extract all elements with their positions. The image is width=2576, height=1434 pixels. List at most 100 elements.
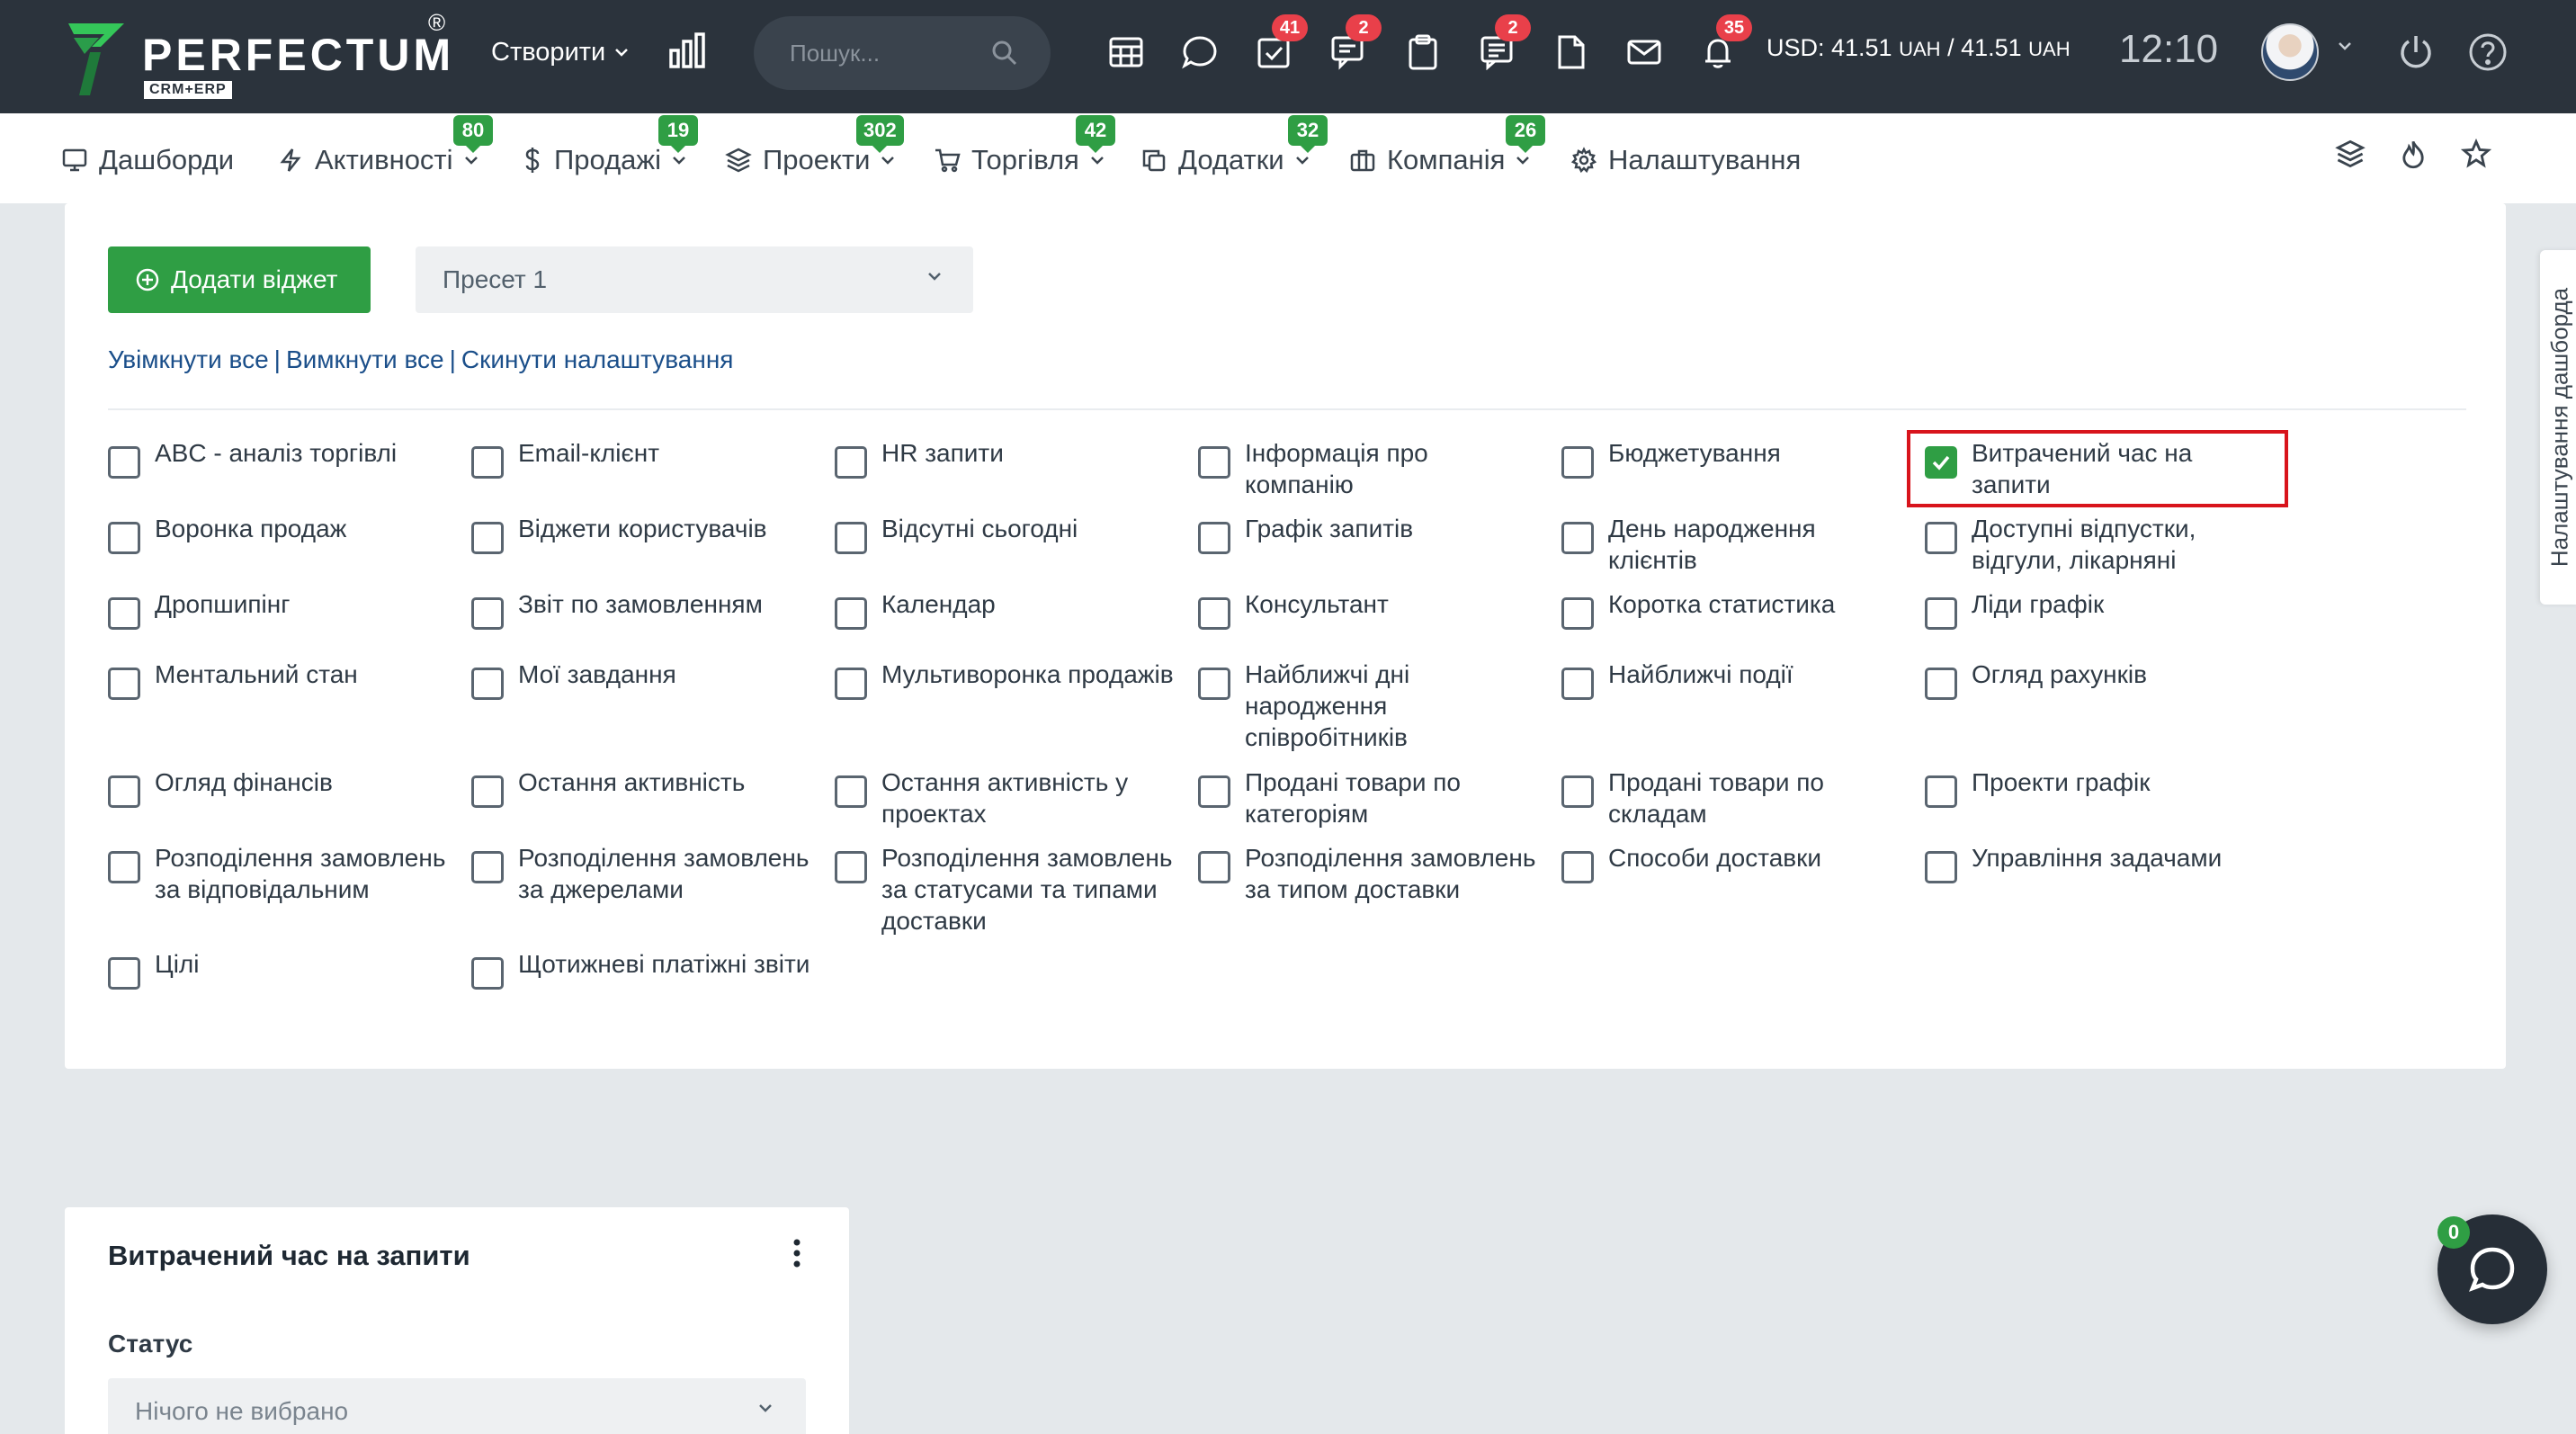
document-icon[interactable] [1549,31,1592,74]
gear-icon [1570,147,1597,174]
company-badge: 26 [1506,115,1545,153]
chevron-down-icon [757,1402,774,1414]
checkbox[interactable] [1925,597,1957,630]
chevron-down-icon [614,47,629,58]
checkbox[interactable] [1198,775,1230,808]
checkbox[interactable] [471,775,504,808]
checkbox[interactable] [471,597,504,630]
checkbox[interactable] [471,668,504,700]
star-icon[interactable] [2460,138,2492,174]
help-icon[interactable] [2468,32,2508,72]
checkbox[interactable] [1198,446,1230,479]
nav-company[interactable]: Компанія 26 [1349,115,1545,178]
search-icon[interactable] [991,40,1018,67]
nav-settings[interactable]: Налаштування [1570,142,1801,178]
checkbox[interactable] [1561,446,1594,479]
currency-rate: USD: 41.51 UAH / 41.51 UAH [1767,34,2071,61]
briefcase-icon [1349,147,1376,174]
calendar-table-icon[interactable] [1105,31,1148,74]
checkbox[interactable] [1561,522,1594,554]
checkbox[interactable] [1925,668,1957,700]
checkbox[interactable] [835,597,867,630]
mail-icon[interactable] [1623,31,1666,74]
checkbox[interactable] [835,522,867,554]
checkbox[interactable] [1561,775,1594,808]
checkbox[interactable] [108,957,140,990]
logo[interactable]: PERFECTUM CRM+ERP ® [65,9,461,99]
add-widget-button[interactable]: Додати віджет [108,246,371,313]
nav-addons[interactable]: Додатки 32 [1140,115,1328,178]
plus-circle-icon [135,267,160,292]
checkbox[interactable] [108,775,140,808]
checkbox[interactable] [1198,851,1230,883]
chevron-down-icon [926,270,943,282]
chat-icon[interactable]: 2 [1326,14,1382,74]
chevron-down-icon [1295,155,1310,166]
checkbox[interactable] [1561,668,1594,700]
preset-value: Пресет 1 [443,265,548,293]
chevron-down-icon [1090,155,1105,166]
checkbox[interactable] [108,851,140,883]
logo-mark-icon [65,18,128,99]
top-bar: PERFECTUM CRM+ERP ® Створити 41 2 2 [0,0,2576,113]
widget-checkbox-label: HR запити [881,439,1004,467]
preset-select[interactable]: Пресет 1 [416,246,973,313]
status-placeholder: Нічого не вибрано [135,1397,349,1425]
checkbox[interactable] [1198,668,1230,700]
layers-icon [725,147,752,174]
checkbox[interactable] [835,775,867,808]
widget-card: Витрачений час на запити Статус Нічого н… [65,1207,849,1434]
checkbox[interactable] [108,597,140,630]
projects-badge: 302 [856,115,904,153]
search-input[interactable] [790,32,988,74]
widget-checkbox-label: Остання активність [518,768,746,796]
checkbox[interactable] [1198,597,1230,630]
power-icon[interactable] [2396,32,2436,72]
layers-icon[interactable] [2335,139,2366,174]
status-select[interactable]: Нічого не вибрано [108,1378,806,1434]
checkbox[interactable] [835,446,867,479]
widget-checkbox-label: Мої завдання [518,660,676,688]
checkbox[interactable] [1198,522,1230,554]
search-box[interactable] [754,16,1051,90]
reset-settings-link[interactable]: Скинути налаштування [461,345,734,373]
checkbox[interactable] [108,522,140,554]
enable-all-link[interactable]: Увімкнути все [108,345,269,373]
nav-trade[interactable]: Торгівля 42 [934,115,1115,178]
brand-name: PERFECTUM [142,30,455,80]
widget-checkbox-label: Управління задачами [1972,844,2223,872]
checkbox[interactable] [471,522,504,554]
comment-icon[interactable] [1178,31,1221,74]
checkbox[interactable] [1561,597,1594,630]
checkbox[interactable] [1925,775,1957,808]
checkbox[interactable] [471,851,504,883]
checkbox[interactable] [835,851,867,883]
checkbox[interactable] [471,957,504,990]
tasks-icon[interactable]: 41 [1252,14,1308,74]
checkbox[interactable] [1925,522,1957,554]
checkbox[interactable] [835,668,867,700]
bar-chart-icon[interactable] [667,31,707,70]
nav-activities[interactable]: Активності 80 [277,115,493,178]
checkbox[interactable] [1925,851,1957,883]
checkbox[interactable] [108,446,140,479]
more-vertical-icon[interactable] [792,1238,802,1268]
avatar[interactable] [2261,23,2319,81]
nav-sales[interactable]: Продажі 19 [522,115,698,178]
clock: 12:10 [2119,27,2219,71]
widget-checkbox-label: Консультант [1245,590,1389,618]
checkbox[interactable] [471,446,504,479]
nav-projects[interactable]: Проекти 302 [725,115,904,178]
dashboard-settings-tab[interactable]: Налаштування дашборда [2540,250,2576,605]
checkbox[interactable] [108,668,140,700]
disable-all-link[interactable]: Вимкнути все [286,345,444,373]
clipboard-icon[interactable] [1401,31,1445,74]
bell-icon[interactable]: 35 [1696,14,1752,74]
create-menu[interactable]: Створити [491,32,629,72]
requests-icon[interactable]: 2 [1475,14,1531,74]
fire-icon[interactable] [2398,139,2428,174]
nav-dashboards[interactable]: Дашборди [61,142,234,178]
cart-icon [934,147,961,174]
checkbox[interactable] [1561,851,1594,883]
chevron-down-icon[interactable] [2337,40,2353,52]
